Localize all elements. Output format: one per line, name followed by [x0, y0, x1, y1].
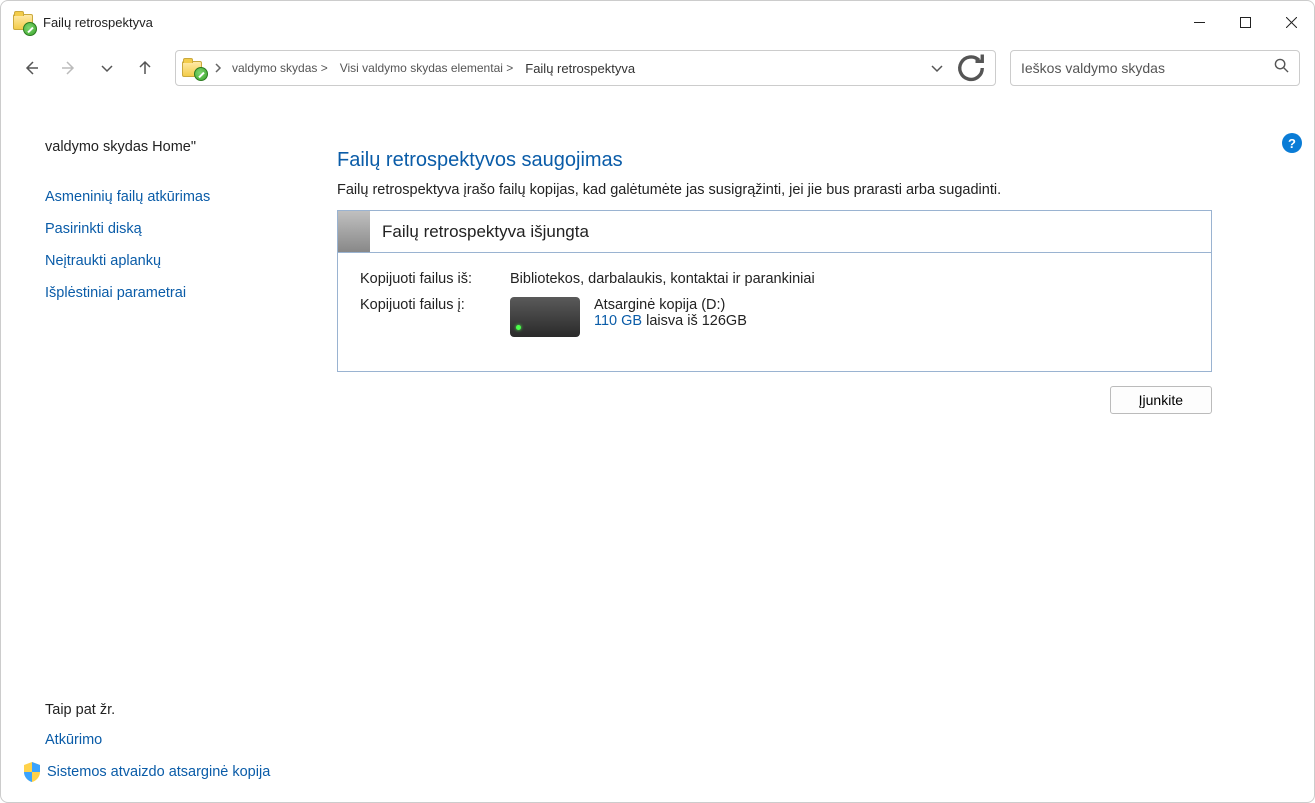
status-header: Failų retrospektyva išjungta: [338, 211, 1211, 253]
search-icon: [1274, 58, 1289, 78]
window-controls: [1176, 6, 1314, 38]
minimize-button[interactable]: [1176, 6, 1222, 38]
see-also-title: Taip pat žr.: [23, 702, 303, 718]
drive-free-space: 110 GB: [594, 313, 642, 329]
close-button[interactable]: [1268, 6, 1314, 38]
enable-button[interactable]: Įjunkite: [1110, 386, 1212, 414]
address-bar[interactable]: valdymo skydas > Visi valdymo skydas ele…: [175, 50, 996, 86]
titlebar: Failų retrospektyva: [1, 1, 1314, 43]
shield-icon: [23, 762, 41, 782]
copy-from-label: Kopijuoti failus iš:: [360, 271, 510, 287]
breadcrumb-current[interactable]: Failų retrospektyva: [519, 57, 641, 80]
content: valdymo skydas Home" Asmeninių failų atk…: [1, 93, 1314, 802]
status-indicator: [338, 211, 370, 252]
sidebar-home[interactable]: valdymo skydas Home": [23, 139, 303, 155]
see-also-recovery[interactable]: Atkūrimo: [23, 732, 303, 748]
search-box[interactable]: [1010, 50, 1300, 86]
refresh-button[interactable]: [953, 50, 989, 86]
app-icon: [13, 12, 33, 32]
window-title: Failų retrospektyva: [43, 15, 153, 30]
sidebar-link-exclude[interactable]: Neįtraukti aplankų: [23, 253, 303, 269]
forward-button[interactable]: [53, 52, 85, 84]
sidebar-link-restore[interactable]: Asmeninių failų atkūrimas: [23, 189, 303, 205]
drive-name: Atsarginė kopija (D:): [594, 297, 747, 313]
up-button[interactable]: [129, 52, 161, 84]
status-title: Failų retrospektyva išjungta: [370, 222, 589, 242]
sidebar-link-advanced[interactable]: Išplėstiniai parametrai: [23, 285, 303, 301]
help-button[interactable]: ?: [1282, 133, 1302, 153]
main-panel: Failų retrospektyvos saugojimas Failų re…: [303, 113, 1292, 802]
recent-dropdown[interactable]: [91, 52, 123, 84]
maximize-button[interactable]: [1222, 6, 1268, 38]
copy-from-value: Bibliotekos, darbalaukis, kontaktai ir p…: [510, 271, 815, 287]
status-box: Failų retrospektyva išjungta Kopijuoti f…: [337, 210, 1212, 372]
navbar: valdymo skydas > Visi valdymo skydas ele…: [1, 43, 1314, 93]
see-also-system-image-label: Sistemos atvaizdo atsarginė kopija: [47, 764, 270, 780]
chevron-right-icon: [210, 60, 226, 76]
back-button[interactable]: [15, 52, 47, 84]
breadcrumb-all-items[interactable]: Visi valdymo skydas elementai >: [334, 57, 520, 79]
see-also-system-image[interactable]: Sistemos atvaizdo atsarginė kopija: [23, 762, 303, 782]
drive-icon: [510, 297, 580, 337]
copy-to-label: Kopijuoti failus į:: [360, 297, 510, 313]
sidebar: valdymo skydas Home" Asmeninių failų atk…: [23, 113, 303, 802]
search-input[interactable]: [1021, 60, 1274, 76]
page-description: Failų retrospektyva įrašo failų kopijas,…: [337, 182, 1212, 198]
breadcrumb-control-panel[interactable]: valdymo skydas >: [226, 57, 334, 79]
page-heading: Failų retrospektyvos saugojimas: [337, 149, 1212, 172]
drive-space: 110 GB laisva iš 126GB: [594, 313, 747, 329]
address-dropdown[interactable]: [921, 52, 953, 84]
sidebar-link-select-drive[interactable]: Pasirinkti diską: [23, 221, 303, 237]
address-icon: [182, 59, 204, 77]
drive-space-tail: laisva iš 126GB: [642, 313, 747, 329]
